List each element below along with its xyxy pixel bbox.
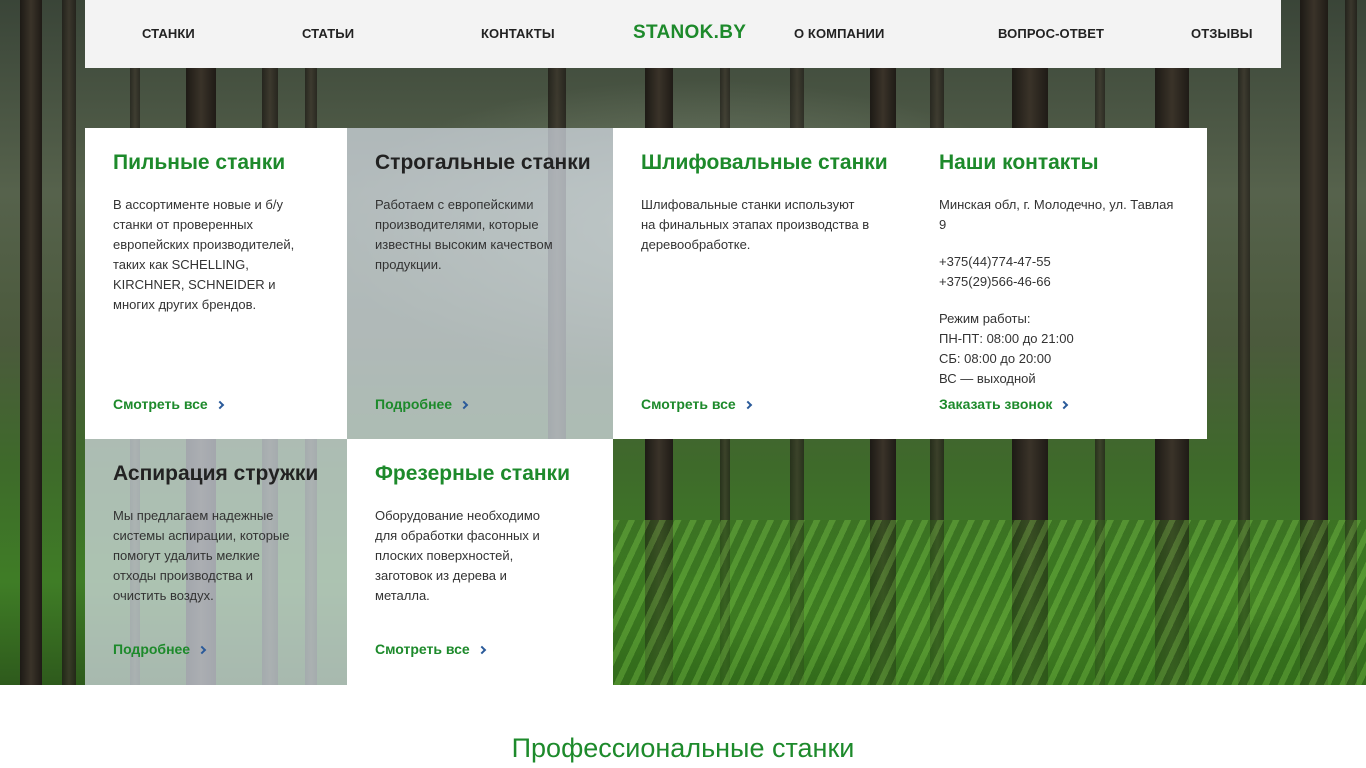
tile-description: Шлифовальные станки используют на финаль…	[641, 197, 870, 252]
link-label: Смотреть все	[375, 641, 470, 657]
nav-link-stati[interactable]: СТАТЬИ	[302, 26, 354, 41]
link-label: Смотреть все	[641, 396, 736, 412]
hours-title: Режим работы:	[939, 311, 1031, 326]
tile-title: Аспирация стружки	[113, 462, 319, 485]
chevron-right-icon	[215, 400, 224, 410]
see-all-link[interactable]: Смотреть все	[641, 396, 752, 412]
tile-contacts: Наши контакты Минская обл, г. Молодечно,…	[911, 128, 1207, 439]
contact-phone-2[interactable]: +375(29)566-46-66	[939, 272, 1179, 292]
nav-link-otzyvy[interactable]: ОТЗЫВЫ	[1191, 26, 1253, 41]
nav-link-kontakty[interactable]: КОНТАКТЫ	[481, 26, 555, 41]
tile-description: В ассортименте новые и б/у станки от про…	[113, 197, 295, 312]
tile-planing-machines: Строгальные станки Работаем с европейски…	[347, 128, 613, 439]
top-navigation: СТАНКИ СТАТЬИ КОНТАКТЫ STANOK.BY О КОМПА…	[85, 0, 1281, 68]
tile-grinding-machines: Шлифовальные станки Шлифовальные станки …	[613, 128, 911, 439]
chevron-right-icon	[197, 645, 207, 655]
tile-title: Фрезерные станки	[375, 462, 570, 485]
more-link[interactable]: Подробнее	[113, 641, 207, 657]
hours-weekdays: ПН-ПТ: 08:00 до 21:00	[939, 331, 1074, 346]
tile-milling-machines: Фрезерные станки Оборудование необходимо…	[347, 439, 613, 685]
link-label: Подробнее	[113, 641, 191, 657]
nav-link-o-kompanii[interactable]: О КОМПАНИИ	[794, 26, 884, 41]
tile-chip-aspiration: Аспирация стружки Мы предлагаем надежные…	[85, 439, 347, 685]
tile-title: Шлифовальные станки	[641, 151, 888, 174]
see-all-link[interactable]: Смотреть все	[375, 641, 486, 657]
nav-link-vopros-otvet[interactable]: ВОПРОС-ОТВЕТ	[998, 26, 1104, 41]
site-logo[interactable]: STANOK.BY	[633, 22, 746, 44]
link-label: Подробнее	[375, 396, 453, 412]
chevron-right-icon	[477, 645, 486, 655]
tile-description: Мы предлагаем надежные системы аспирации…	[113, 508, 290, 603]
contact-address: Минская обл, г. Молодечно, ул. Тавлая 9	[939, 197, 1174, 232]
hours-sunday: ВС — выходной	[939, 371, 1036, 386]
tile-title: Строгальные станки	[375, 151, 591, 174]
tile-title: Наши контакты	[939, 151, 1099, 174]
order-call-link[interactable]: Заказать звонок	[939, 396, 1069, 412]
hours-saturday: СБ: 08:00 до 20:00	[939, 351, 1052, 366]
chevron-right-icon	[1060, 400, 1069, 410]
more-link[interactable]: Подробнее	[375, 396, 469, 412]
see-all-link[interactable]: Смотреть все	[113, 396, 224, 412]
chevron-right-icon	[459, 400, 469, 410]
link-label: Смотреть все	[113, 396, 208, 412]
chevron-right-icon	[743, 400, 752, 410]
contact-phone-1[interactable]: +375(44)774-47-55	[939, 252, 1179, 272]
tile-description: Работаем с европейскими производителями,…	[375, 197, 553, 272]
tile-title: Пильные станки	[113, 151, 286, 174]
section-title: Профессиональные станки	[511, 733, 855, 763]
tile-saw-machines: Пильные станки В ассортименте новые и б/…	[85, 128, 347, 439]
tile-description: Оборудование необходимо для обработки фа…	[375, 508, 540, 603]
link-label: Заказать звонок	[939, 396, 1053, 412]
nav-link-stanki[interactable]: СТАНКИ	[142, 26, 195, 41]
